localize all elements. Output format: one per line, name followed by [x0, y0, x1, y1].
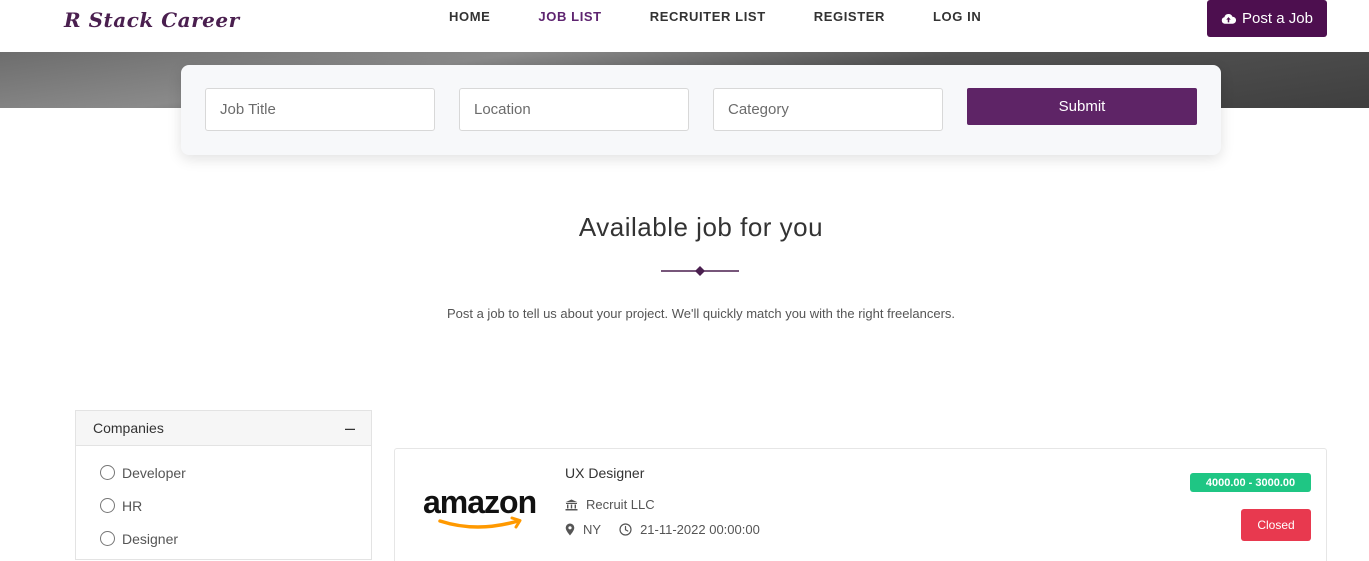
company-logo-text: amazon [423, 484, 536, 520]
nav-log-in[interactable]: LOG IN [933, 9, 981, 24]
site-logo[interactable]: R Stack Career [64, 8, 240, 32]
companies-filter: Companies – Developer HR Designer [75, 410, 372, 560]
radio-button[interactable] [100, 498, 115, 513]
job-company-row: Recruit LLC [565, 497, 655, 512]
job-title-input[interactable] [205, 88, 435, 131]
filter-option-label: HR [122, 497, 143, 514]
category-input[interactable] [713, 88, 943, 131]
filter-option-label: Designer [122, 530, 179, 547]
filter-options: Developer HR Designer [76, 446, 371, 555]
section-title: Available job for you [578, 212, 824, 242]
job-location-row: NY 21-11-2022 00:00:00 [565, 522, 760, 537]
radio-button[interactable] [100, 531, 115, 546]
job-title[interactable]: UX Designer [565, 465, 644, 481]
diamond-divider-icon [661, 266, 739, 276]
job-card[interactable]: amazon UX Designer Recruit LLC NY 21-11-… [394, 448, 1327, 561]
site-header: R Stack Career HOME JOB LIST RECRUITER L… [0, 0, 1369, 52]
nav-register[interactable]: REGISTER [814, 9, 885, 24]
filter-option-hr[interactable]: HR [100, 489, 371, 522]
salary-badge: 4000.00 - 3000.00 [1190, 473, 1311, 492]
post-job-label: Post a Job [1242, 10, 1313, 27]
filter-option-label: Developer [122, 464, 186, 481]
filter-option-designer[interactable]: Designer [100, 522, 371, 555]
nav-recruiter-list[interactable]: RECRUITER LIST [650, 9, 766, 24]
nav-home[interactable]: HOME [449, 9, 490, 24]
nav-job-list[interactable]: JOB LIST [538, 9, 601, 24]
filter-option-developer[interactable]: Developer [100, 456, 371, 489]
job-location: NY [583, 522, 602, 537]
location-input[interactable] [459, 88, 689, 131]
radio-button[interactable] [100, 465, 115, 480]
company-name: Recruit LLC [586, 497, 655, 512]
job-datetime: 21-11-2022 00:00:00 [640, 522, 760, 537]
submit-button[interactable]: Submit [967, 88, 1197, 125]
status-badge: Closed [1241, 509, 1311, 541]
main-nav: HOME JOB LIST RECRUITER LIST REGISTER LO… [449, 9, 1029, 24]
bank-icon [565, 499, 578, 510]
companies-filter-title: Companies [93, 420, 164, 436]
map-pin-icon [565, 523, 575, 536]
clock-icon [619, 523, 632, 536]
job-search-form: Submit [181, 65, 1221, 155]
section-subtitle: Post a job to tell us about your project… [446, 306, 956, 321]
company-logo: amazon [423, 484, 537, 529]
post-job-button[interactable]: Post a Job [1207, 0, 1327, 37]
companies-filter-header[interactable]: Companies – [76, 411, 371, 446]
cloud-upload-icon [1221, 13, 1237, 24]
collapse-icon[interactable]: – [345, 418, 355, 439]
